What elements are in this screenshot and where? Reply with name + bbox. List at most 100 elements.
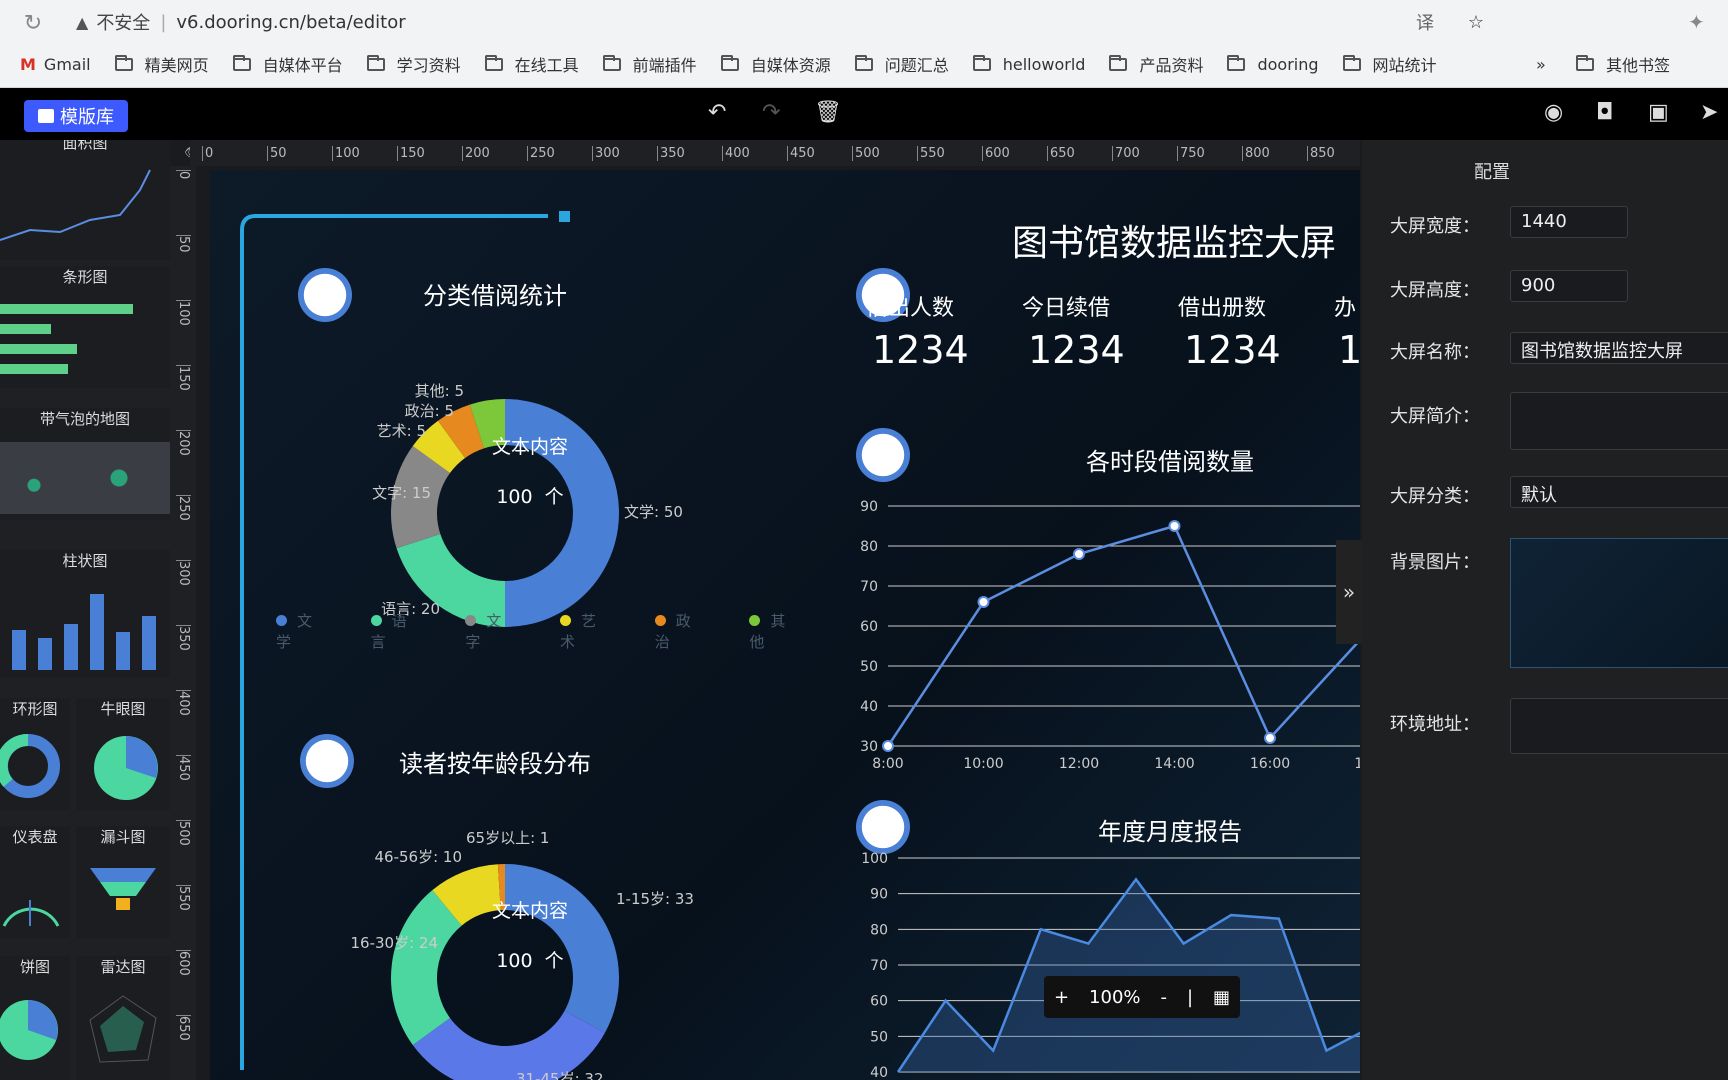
axis-tick: 50 xyxy=(860,659,878,675)
legend-item[interactable]: 语言 xyxy=(370,610,422,652)
ruler-tick-label: 250 xyxy=(527,146,555,161)
ruler-tick-label: 450 xyxy=(176,755,191,781)
zoom-out-button[interactable]: - xyxy=(1160,987,1167,1008)
folder-icon xyxy=(854,54,873,71)
component-bubble-map[interactable]: 带气泡的地图 xyxy=(0,408,170,520)
slice-label: 文字: 15 xyxy=(372,484,431,502)
height-input[interactable]: 900 xyxy=(1510,270,1628,302)
legend-item[interactable]: 艺术 xyxy=(560,610,611,652)
legend-item[interactable]: 政治 xyxy=(654,610,706,652)
category-select[interactable]: 默认 xyxy=(1510,476,1728,508)
slice-label: 65岁以上: 1 xyxy=(466,829,549,847)
preview-icon[interactable]: ◉ xyxy=(1544,100,1563,125)
chart-widget-2[interactable]: 读者按年龄段分布 65岁以上: 1 46-56岁: 10 1-15岁: 33 16-3… xyxy=(250,730,800,1080)
component-area-chart[interactable]: 面积图 xyxy=(0,140,170,260)
gmail-icon: M xyxy=(20,54,36,74)
panel-title: 配置 xyxy=(1474,162,1510,183)
component-ring-chart[interactable]: 环形图 xyxy=(0,698,70,810)
stats-widget[interactable]: 借出人数 今日续借 借出册数 办 1234 1234 1234 1 xyxy=(810,260,1360,400)
component-bullseye-chart[interactable]: 牛眼图 xyxy=(76,698,170,810)
translate-icon[interactable]: 译 xyxy=(1416,9,1434,35)
bookmark-gmail[interactable]: M Gmail xyxy=(20,55,91,74)
component-gauge[interactable]: 仪表盘 xyxy=(0,826,70,938)
ruler-tick-label: 650 xyxy=(176,1015,191,1041)
bookmark-folder[interactable]: helloworld xyxy=(972,54,1085,74)
description-textarea[interactable] xyxy=(1510,392,1728,450)
component-radar-chart[interactable]: 雷达图 xyxy=(76,956,170,1080)
stat-value: 1234 xyxy=(872,328,969,372)
bookmarks-more[interactable]: » xyxy=(1536,55,1546,74)
donut-chart-2: 65岁以上: 146-56岁: 10 1-15岁: 33 16-30岁: 24 31-… xyxy=(351,829,694,1080)
ruler-tick-label: 50 xyxy=(267,146,287,161)
legend-dot xyxy=(654,615,666,626)
chart-widget-1[interactable]: 分类借阅统计 文学: 50 语言: 20 文字: 15 艺术: 5 政治: 5 其他: 5… xyxy=(250,260,800,700)
line-widget[interactable]: 各时段借阅数量 90 80 70 60 50 40 30 8:00 10:00 12:00 14:0… xyxy=(810,420,1360,790)
field-label: 大屏宽度： xyxy=(1390,216,1480,237)
bookmark-folder[interactable]: 精美网页 xyxy=(114,52,209,76)
component-bar-chart[interactable]: 条形图 xyxy=(0,266,170,388)
line-point xyxy=(882,740,894,752)
axis-tick: 16:00 xyxy=(1250,756,1290,772)
component-pie-chart[interactable]: 饼图 xyxy=(0,956,70,1080)
axis-tick: 10:00 xyxy=(963,756,1003,772)
legend-dot xyxy=(276,615,287,626)
bookmark-folder[interactable]: 自媒体资源 xyxy=(720,52,831,76)
ruler-tick-label: 50 xyxy=(176,235,191,253)
template-library-button[interactable]: 模版库 xyxy=(24,100,128,132)
bookmark-folder[interactable]: dooring xyxy=(1227,54,1319,74)
extension-icon[interactable]: ✦ xyxy=(1688,10,1705,34)
star-icon[interactable]: ☆ xyxy=(1468,12,1484,33)
bookmark-folder[interactable]: 问题汇总 xyxy=(854,52,949,76)
component-funnel[interactable]: 漏斗图 xyxy=(76,826,170,938)
bar-thumb xyxy=(0,364,68,374)
chart-legend: 文学 语言 文字 艺术 政治 其他 xyxy=(276,610,800,652)
ruler-tick-label: 650 xyxy=(1047,146,1075,161)
bookmark-folder[interactable]: 前端插件 xyxy=(602,52,697,76)
legend-item[interactable]: 文学 xyxy=(276,610,327,652)
stat-label: 借出人数 xyxy=(866,296,955,321)
reload-icon[interactable]: ↻ xyxy=(18,8,48,38)
undo-icon[interactable]: ↶ xyxy=(708,100,726,125)
bookmark-folder[interactable]: 在线工具 xyxy=(484,52,579,76)
component-label: 环形图 xyxy=(12,700,58,718)
bookmark-folder[interactable]: 自媒体平台 xyxy=(232,52,343,76)
bookmark-folder[interactable]: 网站统计 xyxy=(1342,52,1437,76)
name-input[interactable]: 图书馆数据监控大屏 xyxy=(1510,332,1728,364)
folder-icon xyxy=(1576,54,1594,71)
area-widget[interactable]: 年度月度报告 100 90 80 70 60 50 40 xyxy=(810,790,1360,1080)
line-point xyxy=(1264,732,1276,744)
component-label: 牛眼图 xyxy=(100,700,146,718)
delete-icon[interactable]: 🗑 xyxy=(814,100,842,125)
slice-label: 16-30岁: 24 xyxy=(351,934,439,952)
bookmarks-bar: M Gmail 精美网页 自媒体平台 学习资料 在线工具 前端插件 自媒体资源 问… xyxy=(0,46,1728,82)
grid-icon[interactable]: ▦ xyxy=(1213,987,1230,1008)
bookmark-folder[interactable]: 学习资料 xyxy=(366,52,461,76)
slice-label: 文学: 50 xyxy=(624,503,683,521)
save-icon[interactable]: ▣ xyxy=(1648,100,1669,125)
browser-chrome: ↻ ▲ 不安全 | v6.dooring.cn/beta/editor 译 ☆ … xyxy=(0,0,1728,88)
axis-tick: 90 xyxy=(870,887,888,903)
redo-icon[interactable]: ↷ xyxy=(762,100,780,125)
field-label: 大屏简介： xyxy=(1390,406,1480,427)
bookmark-other[interactable]: 其他书签 xyxy=(1576,52,1670,76)
publish-icon[interactable]: ➤ xyxy=(1700,100,1718,125)
bookmark-folder[interactable]: 产品资料 xyxy=(1109,52,1203,76)
address-bar[interactable]: ▲ 不安全 | v6.dooring.cn/beta/editor 译 ☆ xyxy=(64,4,1644,40)
zoom-in-button[interactable]: + xyxy=(1054,987,1069,1008)
donut-center-label: 文本内容 xyxy=(491,436,568,458)
legend-item[interactable]: 文字 xyxy=(465,610,516,652)
folder-icon xyxy=(366,54,385,71)
collapse-panel-button[interactable]: » xyxy=(1336,540,1362,644)
ruler-tick-label: 550 xyxy=(176,885,191,911)
line-chart: 90 80 70 60 50 40 308:00 10:00 12:00 14:00 16:00 18… xyxy=(860,499,1360,772)
component-column-chart[interactable]: 柱状图 xyxy=(0,550,170,678)
field-label: 背景图片： xyxy=(1390,552,1480,573)
background-image-preview[interactable] xyxy=(1510,538,1728,668)
width-input[interactable]: 1440 xyxy=(1510,206,1628,238)
component-label: 带气泡的地图 xyxy=(39,410,130,428)
ruler-tick-label: 600 xyxy=(176,950,191,976)
component-label: 饼图 xyxy=(19,958,50,976)
legend-item[interactable]: 其他 xyxy=(749,610,800,652)
env-address-input[interactable] xyxy=(1510,698,1728,754)
screenshot-icon[interactable]: ◘ xyxy=(1596,100,1613,125)
